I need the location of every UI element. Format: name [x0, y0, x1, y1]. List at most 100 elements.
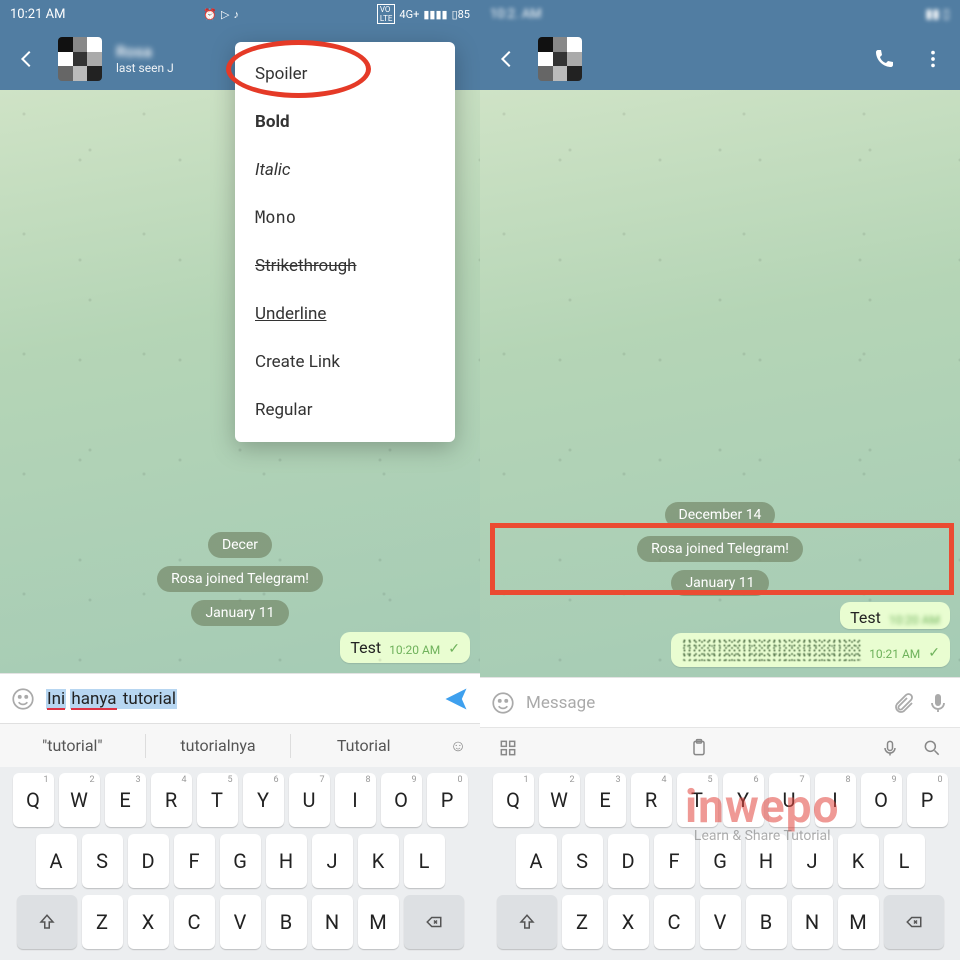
send-icon[interactable]	[442, 685, 470, 713]
date-chip: December 14	[665, 502, 776, 528]
suggestion-bar: "tutorial" tutorialnya Tutorial ☺	[0, 723, 480, 767]
key-Y[interactable]: 6Y	[723, 773, 764, 827]
key-C[interactable]: C	[654, 895, 695, 949]
menu-spoiler[interactable]: Spoiler	[235, 50, 455, 98]
avatar[interactable]	[58, 37, 102, 81]
key-Q[interactable]: 1Q	[493, 773, 534, 827]
key-W[interactable]: 2W	[59, 773, 100, 827]
key-S[interactable]: S	[562, 834, 603, 888]
key-A[interactable]: A	[516, 834, 557, 888]
status-time: 10:21 AM	[10, 7, 65, 22]
key-E[interactable]: 3E	[585, 773, 626, 827]
status-bar: 10:21 AM ⏰ ▷ ♪ VOLTE 4G+ ▮▮▮▮ ▯85	[0, 0, 480, 28]
key-K[interactable]: K	[838, 834, 879, 888]
key-Q[interactable]: 1Q	[13, 773, 54, 827]
suggestion[interactable]: "tutorial"	[0, 736, 145, 755]
suggestion[interactable]: tutorialnya	[146, 736, 291, 755]
key-P[interactable]: 0P	[907, 773, 948, 827]
key-E[interactable]: 3E	[105, 773, 146, 827]
key-C[interactable]: C	[174, 895, 215, 949]
chat-area[interactable]: December 14 Rosa joined Telegram! Januar…	[480, 90, 960, 677]
key-Y[interactable]: 6Y	[243, 773, 284, 827]
key-V[interactable]: V	[220, 895, 261, 949]
key-N[interactable]: N	[312, 895, 353, 949]
system-chip-join: Rosa joined Telegram!	[637, 536, 803, 562]
message-input-bar: Ini hanya tutorial	[0, 673, 480, 723]
key-J[interactable]: J	[792, 834, 833, 888]
message-bubble[interactable]: Test 10:20 AM	[840, 602, 950, 629]
key-backspace[interactable]	[404, 895, 464, 949]
key-X[interactable]: X	[608, 895, 649, 949]
menu-bold[interactable]: Bold	[235, 98, 455, 146]
menu-regular[interactable]: Regular	[235, 386, 455, 434]
suggestion[interactable]: Tutorial	[291, 736, 436, 755]
message-bubble[interactable]: Test 10:20 AM ✓	[340, 632, 470, 663]
key-V[interactable]: V	[700, 895, 741, 949]
menu-underline[interactable]: Underline	[235, 290, 455, 338]
key-M[interactable]: M	[358, 895, 399, 949]
message-time: 10:21 AM	[869, 647, 920, 661]
key-R[interactable]: 4R	[151, 773, 192, 827]
key-I[interactable]: 8I	[815, 773, 856, 827]
call-icon[interactable]	[866, 41, 902, 77]
key-M[interactable]: M	[838, 895, 879, 949]
attach-icon[interactable]	[892, 691, 916, 715]
key-H[interactable]: H	[266, 834, 307, 888]
key-shift[interactable]	[497, 895, 557, 949]
key-U[interactable]: 7U	[289, 773, 330, 827]
back-icon[interactable]	[10, 42, 44, 76]
menu-strikethrough[interactable]: Strikethrough	[235, 242, 455, 290]
key-backspace[interactable]	[884, 895, 944, 949]
menu-italic[interactable]: Italic	[235, 146, 455, 194]
clipboard-icon[interactable]	[689, 738, 709, 758]
key-L[interactable]: L	[884, 834, 925, 888]
key-Z[interactable]: Z	[562, 895, 603, 949]
voice-icon[interactable]	[880, 738, 900, 758]
key-A[interactable]: A	[36, 834, 77, 888]
key-D[interactable]: D	[128, 834, 169, 888]
back-icon[interactable]	[490, 42, 524, 76]
avatar[interactable]	[538, 37, 582, 81]
key-X[interactable]: X	[128, 895, 169, 949]
key-P[interactable]: 0P	[427, 773, 468, 827]
check-icon: ✓	[928, 645, 940, 661]
grid-icon[interactable]	[498, 738, 518, 758]
key-R[interactable]: 4R	[631, 773, 672, 827]
suggestion-emoji-icon[interactable]: ☺	[436, 736, 480, 756]
menu-create-link[interactable]: Create Link	[235, 338, 455, 386]
key-N[interactable]: N	[792, 895, 833, 949]
key-H[interactable]: H	[746, 834, 787, 888]
key-F[interactable]: F	[174, 834, 215, 888]
menu-mono[interactable]: Mono	[235, 194, 455, 242]
key-S[interactable]: S	[82, 834, 123, 888]
key-K[interactable]: K	[358, 834, 399, 888]
key-W[interactable]: 2W	[539, 773, 580, 827]
key-T[interactable]: 5T	[677, 773, 718, 827]
key-O[interactable]: 9O	[381, 773, 422, 827]
key-T[interactable]: 5T	[197, 773, 238, 827]
key-Z[interactable]: Z	[82, 895, 123, 949]
key-O[interactable]: 9O	[861, 773, 902, 827]
more-icon[interactable]	[916, 42, 950, 76]
spoiler-content[interactable]	[681, 639, 861, 661]
message-input[interactable]: Message	[526, 693, 882, 713]
volte-icon: VOLTE	[377, 4, 396, 24]
key-I[interactable]: 8I	[335, 773, 376, 827]
key-B[interactable]: B	[266, 895, 307, 949]
key-B[interactable]: B	[746, 895, 787, 949]
key-D[interactable]: D	[608, 834, 649, 888]
key-G[interactable]: G	[700, 834, 741, 888]
key-shift[interactable]	[17, 895, 77, 949]
key-G[interactable]: G	[220, 834, 261, 888]
spoiler-message-bubble[interactable]: 10:21 AM ✓	[671, 633, 950, 667]
emoji-icon[interactable]	[10, 686, 36, 712]
key-J[interactable]: J	[312, 834, 353, 888]
key-U[interactable]: 7U	[769, 773, 810, 827]
emoji-icon[interactable]	[490, 690, 516, 716]
key-F[interactable]: F	[654, 834, 695, 888]
search-icon[interactable]	[922, 738, 942, 758]
message-input[interactable]: Ini hanya tutorial	[46, 689, 432, 709]
date-chip: January 11	[671, 570, 768, 596]
mic-icon[interactable]	[926, 691, 950, 715]
key-L[interactable]: L	[404, 834, 445, 888]
